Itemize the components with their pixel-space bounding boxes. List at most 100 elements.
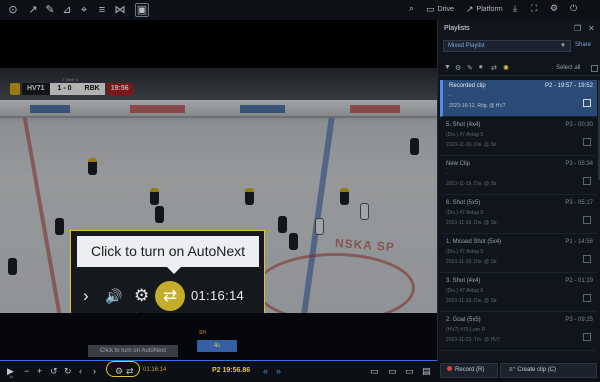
clip-time: P2 - 19:57 - 19:52 — [544, 83, 593, 89]
clip-checkbox[interactable] — [583, 255, 591, 263]
clip-checkbox[interactable] — [583, 294, 591, 302]
drive-icon: ▭ — [426, 4, 435, 14]
record-button[interactable]: Record (R) — [440, 363, 498, 378]
clip-player: (Dis.) #7 Aldag S — [446, 249, 484, 255]
platform-link[interactable]: ↗ Platform — [466, 4, 503, 15]
filter-icon[interactable]: ▼ — [444, 64, 451, 71]
clip-item[interactable]: 6. Shot (5x5) P3 - 05:17 (Dis.) #7 Aldag… — [440, 197, 597, 234]
clip-checkbox[interactable] — [583, 138, 591, 146]
plus-icon[interactable]: + — [37, 366, 42, 376]
clip-title: Recorded clip — [449, 83, 486, 89]
record-icon[interactable]: ⏺ — [479, 64, 483, 72]
autonext-tooltip: Click to turn on AutoNext — [88, 345, 178, 357]
rewind-icon[interactable]: ↺ — [50, 366, 58, 377]
playlist-select[interactable]: Mixed Playlist ▼ — [443, 40, 571, 52]
clip-item[interactable]: New Clip P3 - 05:34 - 2023-11-19, Dis. @… — [440, 158, 597, 195]
chevron-right-icon[interactable]: › — [83, 286, 89, 306]
share-nodes-icon[interactable]: ⋈ — [113, 3, 127, 17]
select-all-checkbox[interactable] — [591, 65, 598, 72]
speed-label[interactable]: 1x — [9, 374, 13, 379]
clip-item[interactable]: 1. Missed Shot (5x4) P1 - 14:56 (Dis.) #… — [440, 236, 597, 273]
clip-title: 1. Missed Shot (5x4) — [446, 239, 502, 245]
clip-item[interactable]: 2. Goal (5x5) P3 - 09:25 (HV7) #75 Lenr … — [440, 314, 597, 351]
next-icon[interactable]: › — [93, 366, 96, 376]
create-clip-label: Create clip (C) — [517, 367, 557, 373]
search-icon[interactable]: ⌕ — [409, 3, 414, 14]
zoomed-controls: › 🔊 ⚙ ⇄ 01:16:14 — [71, 279, 264, 313]
clip-player: (Dis.) #7 Aldag S — [446, 210, 484, 216]
autonext-tooltip-zoomed: Click to turn on AutoNext — [77, 236, 259, 274]
clip-player: (Dis.) #7 Aldag S — [446, 288, 484, 294]
pin-icon[interactable]: ⌖ — [77, 3, 91, 17]
popout-icon[interactable]: ❐ — [574, 24, 581, 33]
pen-icon[interactable]: ✎ — [43, 3, 57, 17]
top-toolbar: ⊙ ↗ ✎ ⊿ ⌖ ≡ ⋈ ▣ ⌕ ▭ Drive ↗ Platform ⤓ ⛶… — [0, 0, 600, 20]
volume-icon[interactable]: 🔊 — [105, 288, 122, 305]
playlist-toolbar: ▼ ⚙ ✎ ⏺ ⇄ ✺ Select all — [438, 60, 600, 76]
clip-player: (HV7) #75 Lenr R — [446, 327, 486, 333]
clip-title: New Clip — [446, 161, 471, 167]
list-icon[interactable]: ▤ — [422, 366, 431, 377]
minus-icon[interactable]: − — [24, 366, 29, 376]
share-button[interactable]: Share — [575, 42, 591, 48]
clip-icon[interactable]: ▭ — [370, 366, 379, 377]
bottom-strip — [0, 313, 437, 363]
platform-label: Platform — [476, 6, 503, 13]
clip-checkbox[interactable] — [583, 99, 591, 107]
edit-icon[interactable]: ✎ — [467, 64, 473, 72]
panel-title: Playlists — [444, 25, 470, 32]
external-link-icon: ↗ — [466, 4, 474, 14]
lines-icon[interactable]: ≡ — [95, 3, 109, 17]
playlist-select-value: Mixed Playlist — [448, 43, 485, 49]
clip-date: 2023-11-19, Dis. @ Str. — [446, 220, 498, 226]
clip-date: 2023-11-23, Trn. @ HV7. — [446, 337, 502, 343]
forward-icon[interactable]: ↻ — [64, 366, 72, 377]
clip-checkbox[interactable] — [583, 333, 591, 341]
period-time: P2 19:56.86 — [212, 367, 251, 374]
clip-checkbox[interactable] — [583, 177, 591, 185]
record-label: Record (R) — [455, 367, 485, 373]
timeline-clip-marker[interactable]: 4s — [197, 340, 237, 352]
clip-date: 2023-11-19, Dis. @ Str. — [446, 142, 498, 148]
clip-player: - — [449, 93, 451, 99]
drive-label: Drive — [437, 6, 454, 13]
arrow-icon[interactable]: ↗ — [26, 3, 40, 17]
gear-icon[interactable]: ⚙ — [455, 64, 461, 72]
clip-time: P3 - 09:25 — [565, 317, 593, 323]
clip-time: P2 - 01:19 — [565, 278, 593, 284]
clip-title: 5. Shot (4x4) — [446, 122, 481, 128]
rewind-double-icon[interactable]: « — [263, 366, 268, 376]
angle-icon[interactable]: ⊿ — [60, 3, 74, 17]
power-icon[interactable]: ⏻ — [570, 3, 577, 14]
settings-icon[interactable]: ⚙ — [550, 3, 558, 14]
current-time-zoomed: 01:16:14 — [191, 288, 245, 303]
close-icon[interactable]: ✕ — [588, 24, 595, 33]
pointer-icon[interactable]: ⊙ — [6, 3, 20, 17]
autonext-highlight — [106, 361, 140, 377]
gear-icon[interactable]: ⚙ — [134, 286, 149, 306]
clip-item[interactable]: 5. Shot (4x4) P3 - 00:30 (Dis.) #7 Aldag… — [440, 119, 597, 156]
current-time: 01:16:14 — [143, 367, 167, 373]
clip-item[interactable]: 3. Shot (4x4) P2 - 01:19 (Dis.) #7 Aldag… — [440, 275, 597, 312]
folder-icon[interactable]: ▭ — [388, 366, 397, 377]
fullscreen-icon[interactable]: ⛶ — [531, 3, 537, 14]
marker-tag: SH — [199, 330, 206, 336]
create-clip-button[interactable]: ≡⁺ Create clip (C) — [500, 363, 597, 378]
drive-link[interactable]: ▭ Drive — [426, 4, 454, 15]
playlists-panel: Playlists ❐ ✕ Mixed Playlist ▼ Share ▼ ⚙… — [437, 20, 600, 362]
clip-player: (Dis.) #7 Aldag S — [446, 132, 484, 138]
clip-title: 3. Shot (4x4) — [446, 278, 481, 284]
autonext-icon[interactable]: ⇄ — [155, 281, 185, 311]
zoom-callout: Click to turn on AutoNext › 🔊 ⚙ ⇄ 01:16:… — [70, 230, 265, 314]
select-all-label: Select all — [556, 65, 581, 71]
pip-icon[interactable]: ▭ — [405, 366, 414, 377]
clip-checkbox[interactable] — [583, 216, 591, 224]
forward-double-icon[interactable]: » — [276, 366, 281, 376]
screen-icon[interactable]: ▣ — [135, 3, 149, 17]
download-icon[interactable]: ⤓ — [513, 3, 517, 14]
repeat-icon[interactable]: ⇄ — [491, 64, 497, 72]
clip-date: 2023-10-12, Rög. @ HV7. — [449, 103, 507, 109]
clip-item[interactable]: Recorded clip P2 - 19:57 - 19:52 - 2023-… — [440, 80, 597, 117]
prev-icon[interactable]: ‹ — [79, 366, 82, 376]
sparkle-icon[interactable]: ✺ — [503, 64, 509, 72]
